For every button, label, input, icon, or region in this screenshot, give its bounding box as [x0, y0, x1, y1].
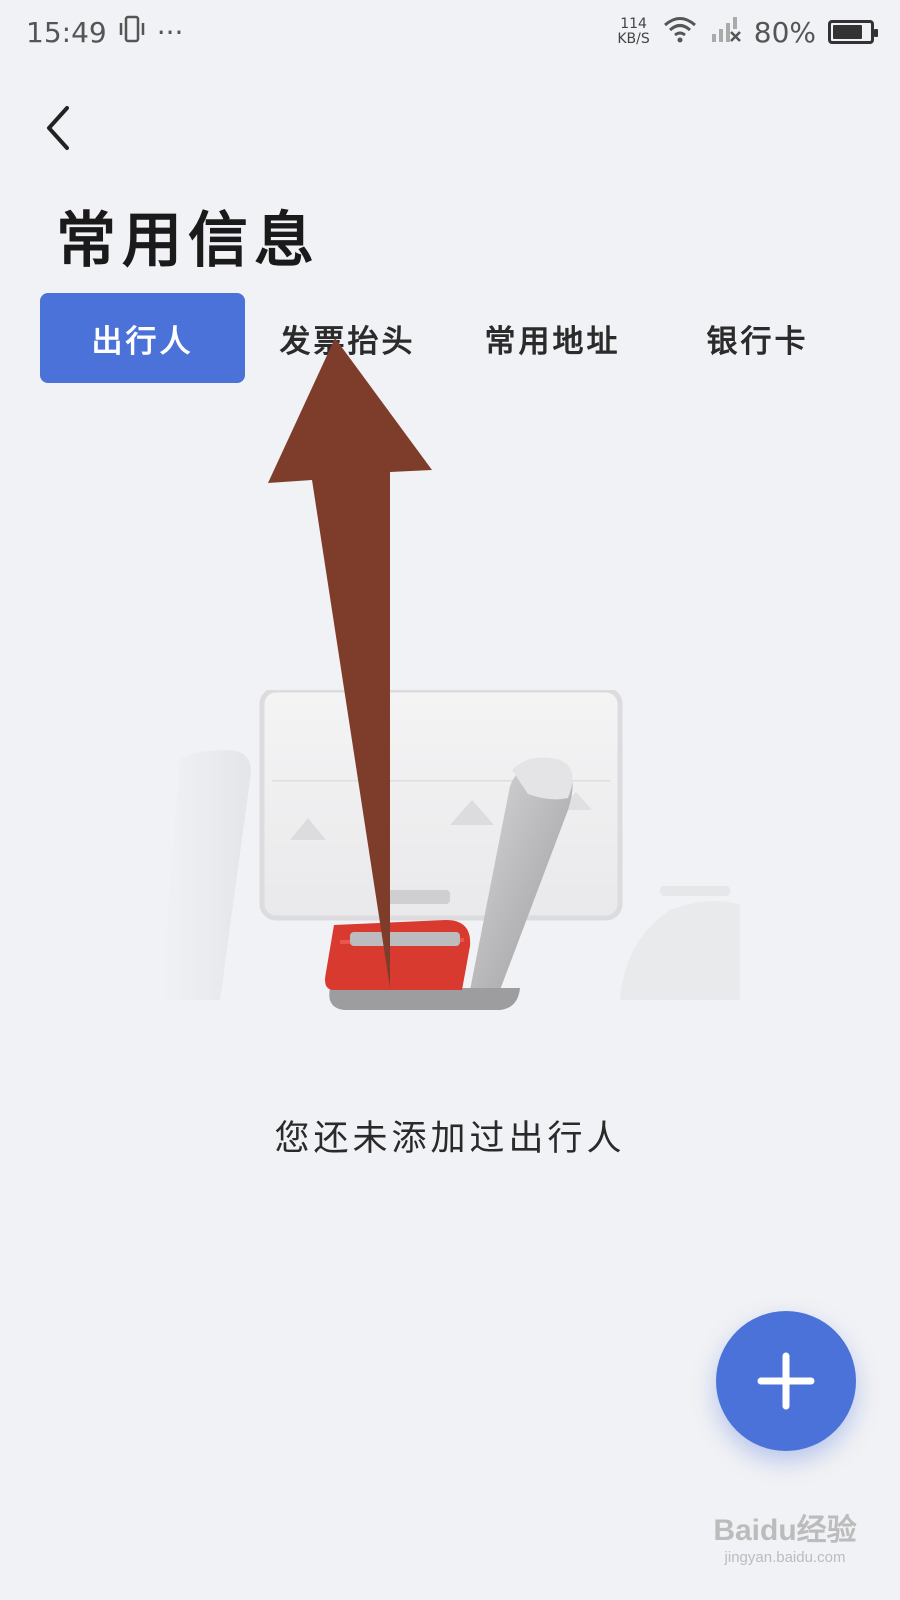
battery-icon	[828, 20, 878, 44]
status-time: 15:49	[26, 15, 107, 49]
battery-cap	[874, 29, 878, 37]
status-bar: 15:49 ··· 114 KB/S 80%	[0, 0, 900, 64]
battery-percent: 80%	[753, 15, 816, 49]
add-traveler-button[interactable]	[716, 1311, 856, 1451]
tab-invoice-title[interactable]: 发票抬头	[245, 293, 450, 383]
plus-icon	[757, 1352, 815, 1410]
status-left: 15:49 ···	[26, 14, 183, 51]
cellular-signal-icon	[710, 14, 742, 51]
net-speed-unit: KB/S	[617, 31, 650, 47]
net-speed: 114 KB/S	[617, 17, 649, 47]
watermark-url: jingyan.baidu.com	[724, 1549, 846, 1566]
watermark-logo: Baidu经验	[713, 1514, 857, 1547]
more-notifications-icon: ···	[156, 15, 184, 49]
status-right: 114 KB/S 80%	[617, 14, 878, 51]
battery-fill	[833, 25, 862, 39]
tab-travelers[interactable]: 出行人	[40, 293, 245, 383]
empty-illustration	[150, 687, 750, 1030]
chevron-left-icon	[47, 106, 69, 150]
vibrate-icon	[119, 14, 145, 51]
watermark: Baidu经验 jingyan.baidu.com	[690, 1505, 880, 1566]
tab-bank-card[interactable]: 银行卡	[655, 293, 860, 383]
back-button[interactable]	[32, 100, 82, 156]
wifi-icon	[662, 14, 698, 51]
net-speed-value: 114	[620, 16, 647, 32]
empty-state-message: 您还未添加过出行人	[274, 1119, 626, 1159]
tab-bar: 出行人 发票抬头 常用地址 银行卡	[40, 293, 860, 383]
page-title: 常用信息	[56, 206, 320, 276]
tab-common-address[interactable]: 常用地址	[450, 293, 655, 383]
